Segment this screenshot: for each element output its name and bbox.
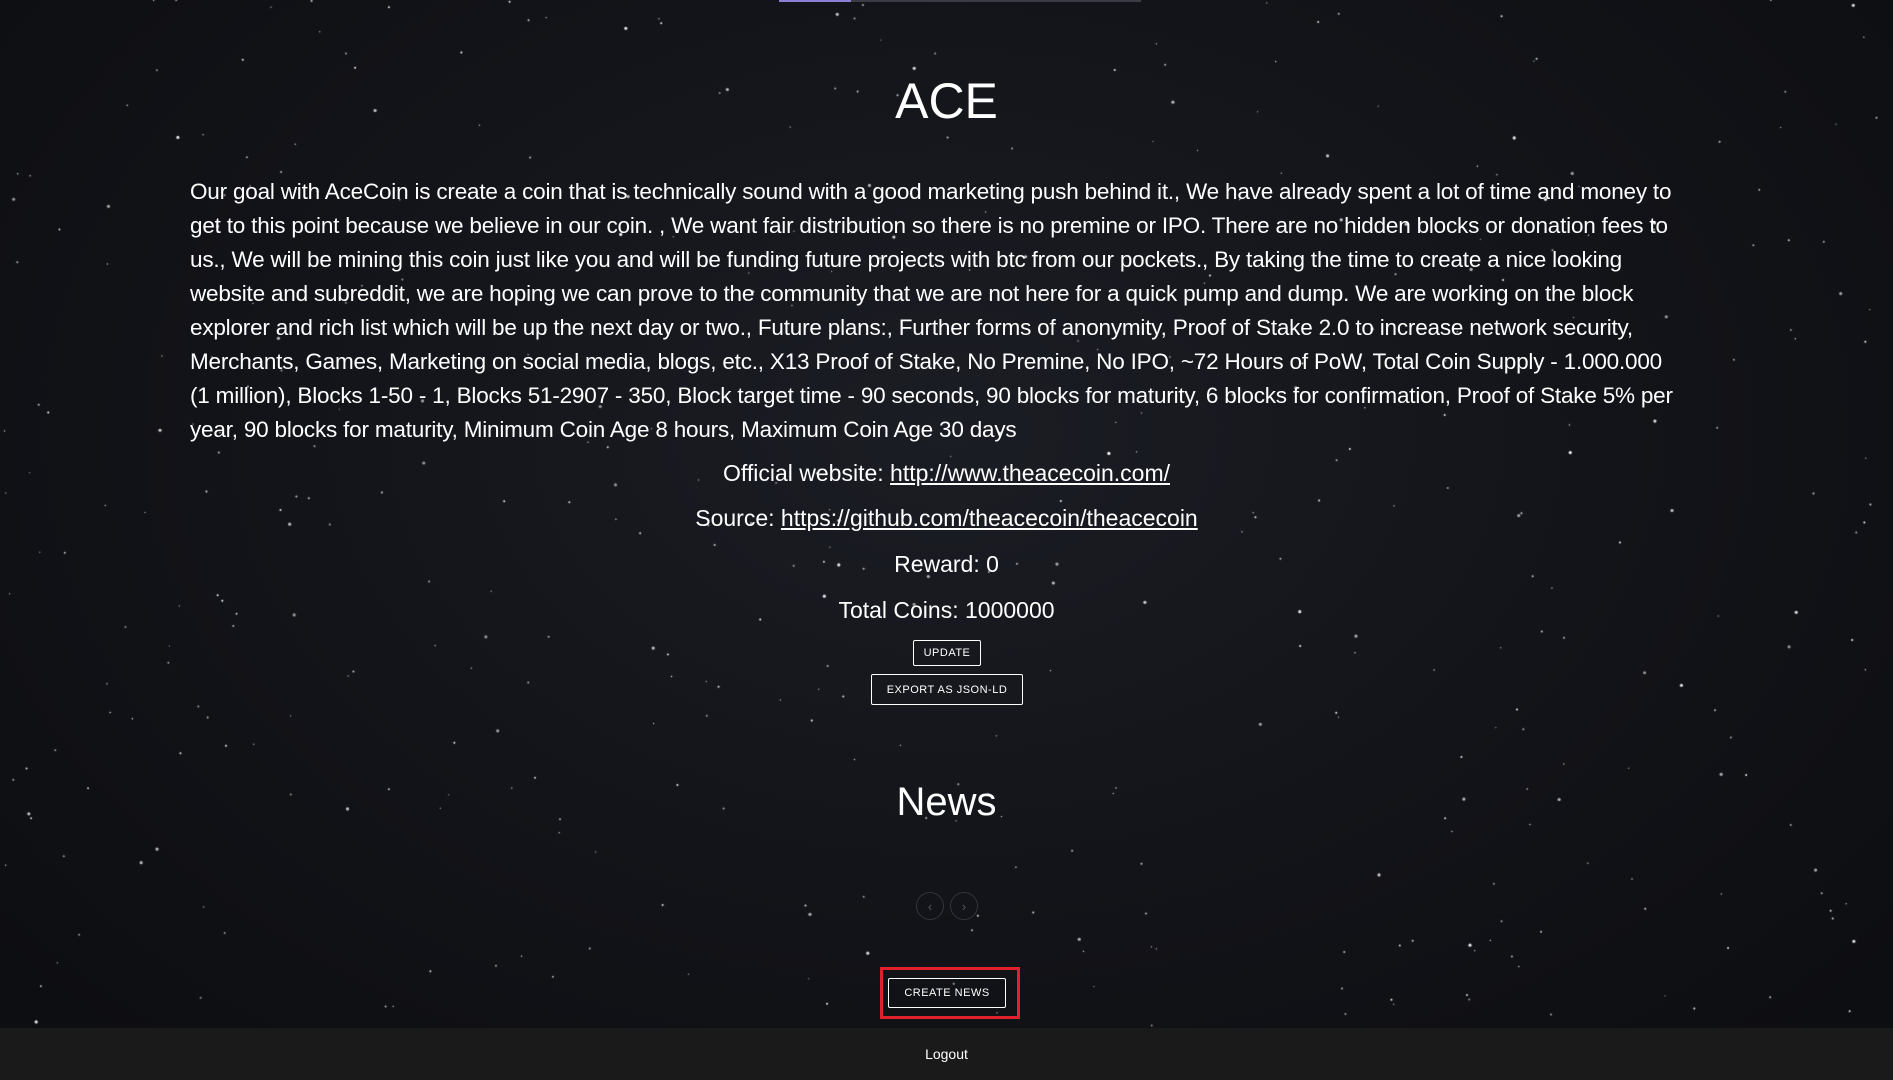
- source-link[interactable]: https://github.com/theacecoin/theacecoin: [781, 505, 1198, 531]
- logout-link[interactable]: Logout: [925, 1046, 968, 1062]
- official-website-line: Official website: http://www.theacecoin.…: [0, 460, 1893, 487]
- chevron-right-icon: ›: [961, 898, 967, 914]
- official-website-link[interactable]: http://www.theacecoin.com/: [890, 460, 1170, 486]
- carousel-next-button[interactable]: ›: [950, 892, 978, 920]
- total-coins-text: Total Coins: 1000000: [838, 597, 1055, 623]
- coin-title: ACE: [895, 73, 998, 129]
- starfield-background: [0, 0, 1893, 1080]
- top-progress-bar: [779, 0, 1141, 2]
- source-label: Source:: [695, 505, 781, 531]
- update-button[interactable]: UPDATE: [913, 640, 981, 666]
- carousel-prev-button[interactable]: ‹: [916, 892, 944, 920]
- chevron-left-icon: ‹: [927, 898, 933, 914]
- news-title: News: [896, 780, 997, 824]
- create-news-button[interactable]: CREATE NEWS: [888, 978, 1006, 1008]
- coin-description: Our goal with AceCoin is create a coin t…: [190, 179, 1673, 442]
- export-json-ld-button[interactable]: EXPORT AS JSON-LD: [871, 674, 1023, 705]
- official-website-label: Official website:: [723, 460, 891, 486]
- top-progress-bar-active: [779, 0, 851, 2]
- source-line: Source: https://github.com/theacecoin/th…: [0, 505, 1893, 532]
- footer: Logout: [0, 1028, 1893, 1080]
- reward-text: Reward: 0: [894, 551, 999, 577]
